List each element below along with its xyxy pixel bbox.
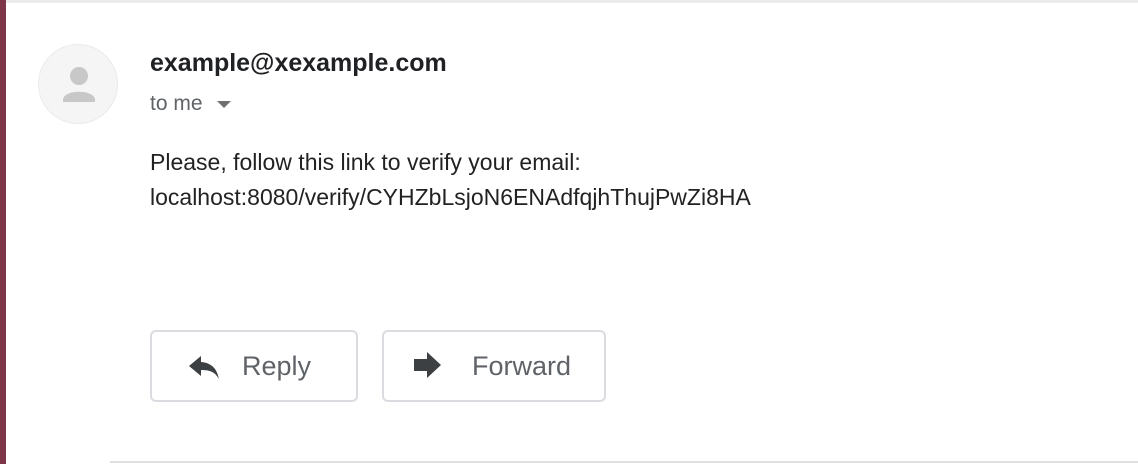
sender-avatar[interactable] — [38, 44, 118, 124]
recipient-label: to me — [150, 92, 203, 115]
forward-label: Forward — [472, 350, 572, 381]
forward-arrow-icon — [410, 348, 446, 384]
forward-button[interactable]: Forward — [382, 330, 606, 402]
verify-link-text: localhost:8080/verify/CYHZbLsjoN6ENAdfqj… — [150, 184, 751, 210]
left-accent-bar — [0, 0, 6, 464]
person-icon — [63, 67, 95, 102]
bottom-divider — [110, 461, 1138, 463]
body-instruction: Please, follow this link to verify your … — [150, 149, 581, 175]
top-border — [6, 0, 1138, 3]
reply-arrow-icon — [186, 348, 222, 384]
email-body: Please, follow this link to verify your … — [150, 145, 751, 215]
reply-label: Reply — [242, 350, 312, 381]
sender-email: example@xexample.com — [150, 49, 447, 77]
reply-button[interactable]: Reply — [150, 330, 358, 402]
caret-down-icon — [216, 100, 231, 108]
recipient-toggle[interactable]: to me — [150, 91, 231, 117]
